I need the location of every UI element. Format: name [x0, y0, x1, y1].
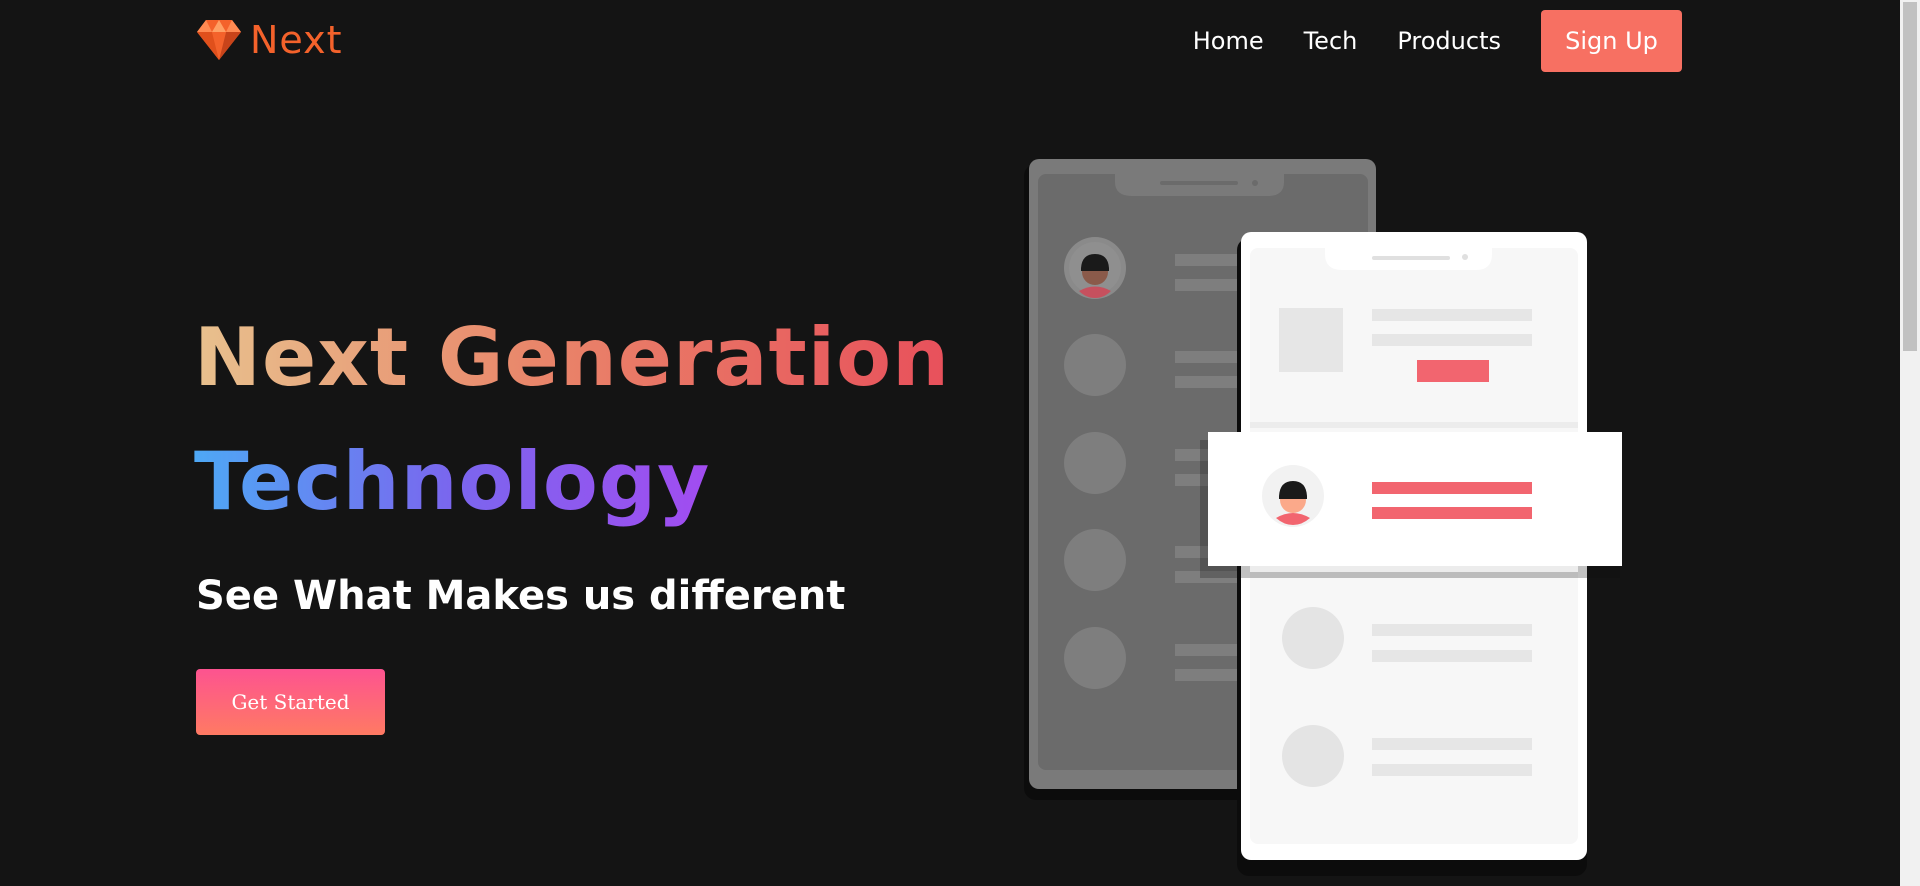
page-scrollbar[interactable]: [1900, 0, 1920, 886]
nav-link-tech[interactable]: Tech: [1304, 27, 1358, 55]
hero-title-line-2: Technology: [194, 432, 710, 532]
nav-link-products[interactable]: Products: [1397, 27, 1501, 55]
brand-logo[interactable]: Next: [196, 16, 343, 64]
hero-subtitle: See What Makes us different: [196, 573, 846, 619]
scrollbar-thumb[interactable]: [1903, 2, 1917, 351]
nav-link-home[interactable]: Home: [1193, 27, 1264, 55]
navbar: Next Home Tech Products Sign Up: [0, 0, 1900, 83]
brand-name: Next: [250, 18, 343, 62]
sign-up-button[interactable]: Sign Up: [1541, 10, 1682, 72]
hero-title-line-1: Next Generation: [194, 308, 950, 408]
diamond-icon: [197, 20, 241, 60]
phone-list-illustration: [1024, 159, 1622, 876]
get-started-button[interactable]: Get Started: [196, 669, 385, 735]
nav-links: Home Tech Products Sign Up: [1193, 10, 1682, 72]
